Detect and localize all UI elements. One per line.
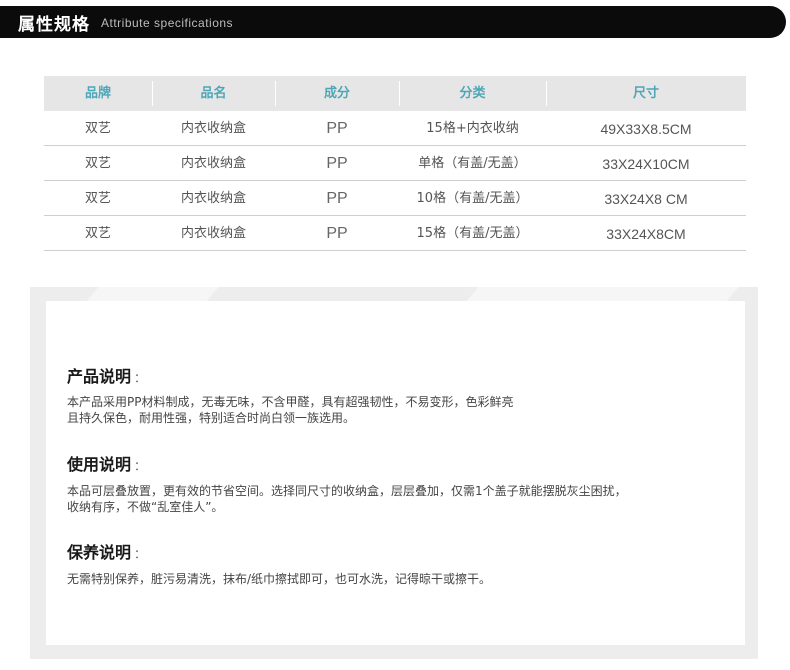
cell-size: 33X24X8 CM [604,191,688,207]
section-title: 属性规格 [18,15,90,35]
usage-instructions-text: 本品可层叠放置，更有效的节省空间。选择同尺寸的收纳盒，层层叠加，仅需1个盖子就能… [67,483,627,515]
cell-size: 33X24X10CM [602,156,690,172]
cell-brand: 双艺 [84,156,111,171]
table-row: 双艺 内衣收纳盒 PP 单格（有盖/无盖） 33X24X10CM [44,146,746,181]
table-header-row: 品牌 品名 成分 分类 尺寸 [44,76,746,111]
column-header-material: 成分 [275,76,399,111]
cell-product-name: 内衣收纳盒 [180,226,246,241]
column-header-category: 分类 [399,76,546,111]
cell-product-name: 内衣收纳盒 [180,191,246,206]
cell-category: 单格（有盖/无盖） [418,156,527,171]
table-row: 双艺 内衣收纳盒 PP 15格（有盖/无盖） 33X24X8CM [44,216,746,251]
cell-material: PP [326,225,348,242]
cell-product-name: 内衣收纳盒 [180,156,246,171]
cell-size: 33X24X8CM [606,226,686,242]
column-header-size: 尺寸 [546,76,746,111]
text-line: 收纳有序，不做“乱室佳人”。 [67,500,224,514]
column-header-brand: 品牌 [84,86,111,101]
cell-brand: 双艺 [84,191,111,206]
cell-brand: 双艺 [84,121,111,136]
care-instructions-title: 保养说明： [67,543,147,562]
cell-material: PP [326,190,348,207]
section-subtitle: Attribute specifications [101,16,234,30]
cell-material: PP [326,120,348,137]
text-line: 本品可层叠放置，更有效的节省空间。选择同尺寸的收纳盒，层层叠加，仅需1个盖子就能… [67,484,627,498]
attribute-table: 品牌 品名 成分 分类 尺寸 双艺 内衣收纳盒 PP 15格+内衣收纳 49X3… [44,76,746,251]
column-header-product-name: 品名 [152,76,275,111]
product-description-title: 产品说明： [67,367,147,386]
description-panel: 产品说明： 本产品采用PP材料制成，无毒无味，不含甲醛，具有超强韧性，不易变形，… [46,301,745,645]
product-description-text: 本产品采用PP材料制成，无毒无味，不含甲醛，具有超强韧性，不易变形，色彩鲜亮 且… [67,394,513,426]
cell-category: 10格（有盖/无盖） [416,191,529,206]
cell-brand: 双艺 [84,226,111,241]
text-line: 且持久保色，耐用性强，特别适合时尚白领一族选用。 [67,411,356,425]
text-line: 本产品采用PP材料制成，无毒无味，不含甲醛，具有超强韧性，不易变形，色彩鲜亮 [67,395,514,409]
section-header-bar: 属性规格 Attribute specifications [0,6,786,38]
table-row: 双艺 内衣收纳盒 PP 15格+内衣收纳 49X33X8.5CM [44,111,746,146]
care-instructions-text: 无需特别保养，脏污易清洗，抹布/纸巾擦拭即可，也可水洗，记得晾干或擦干。 [67,571,491,587]
cell-category: 15格+内衣收纳 [426,121,519,136]
text-line: 无需特别保养，脏污易清洗，抹布/纸巾擦拭即可，也可水洗，记得晾干或擦干。 [67,572,492,586]
cell-size: 49X33X8.5CM [600,121,692,137]
table-row: 双艺 内衣收纳盒 PP 10格（有盖/无盖） 33X24X8 CM [44,181,746,216]
cell-product-name: 内衣收纳盒 [180,121,246,136]
cell-material: PP [326,155,348,172]
usage-instructions-title: 使用说明： [67,455,147,474]
cell-category: 15格（有盖/无盖） [416,226,529,241]
